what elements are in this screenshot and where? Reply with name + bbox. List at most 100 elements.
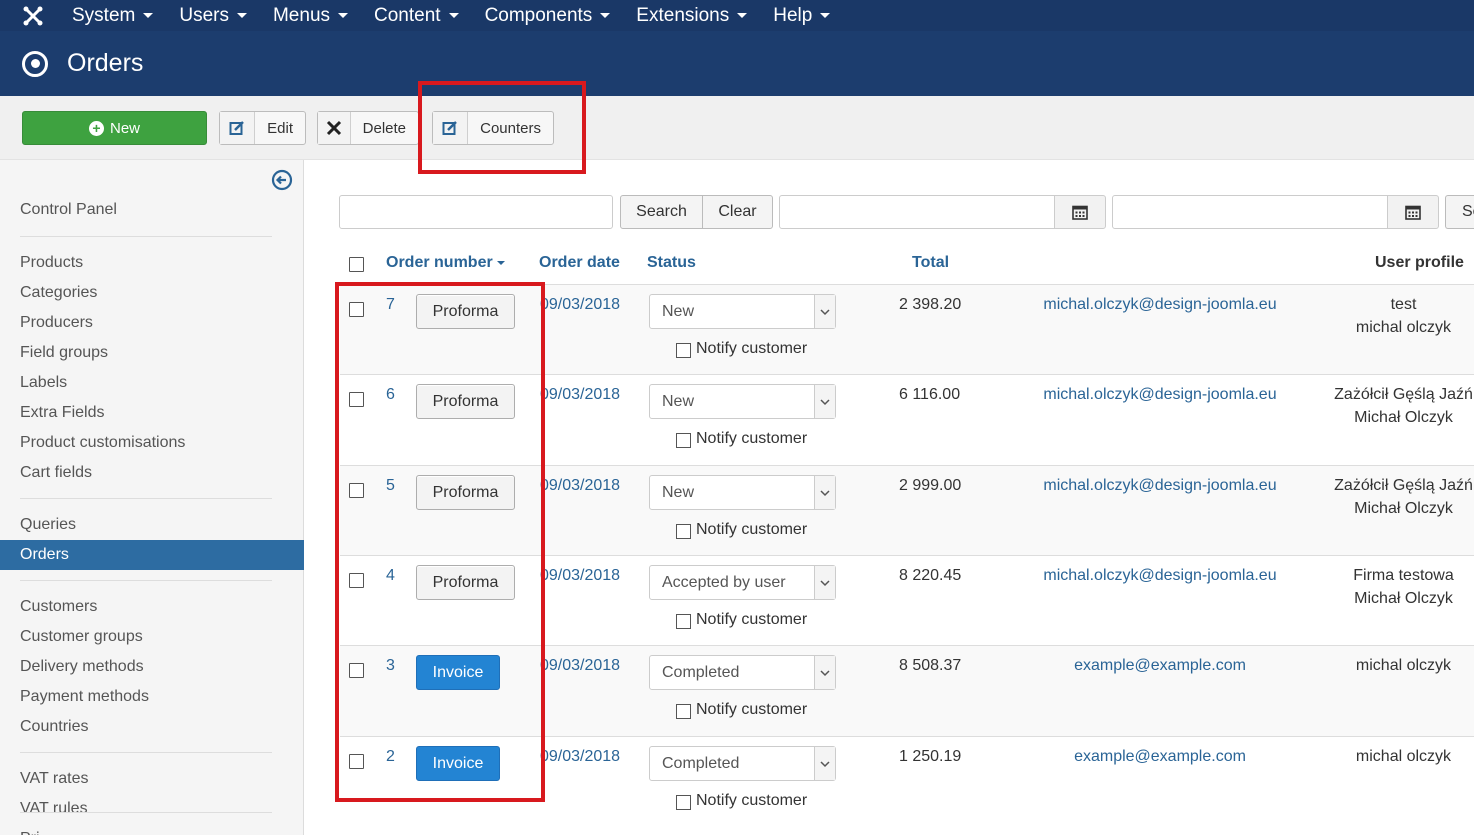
order-date-link[interactable]: 09/03/2018: [540, 475, 620, 497]
menu-extensions[interactable]: Extensions: [636, 5, 748, 27]
date-to-input[interactable]: [1112, 195, 1388, 229]
sidebar-item-extra-fields[interactable]: Extra Fields: [0, 398, 304, 428]
sidebar-item-product-customisations[interactable]: Product customisations: [0, 428, 304, 458]
sidebar-divider: [20, 752, 272, 753]
page-title: Orders: [67, 49, 144, 77]
sidebar: Control Panel Products Categories Producers…: [0, 160, 304, 835]
clear-button[interactable]: Clear: [702, 195, 773, 229]
notify-customer-checkbox[interactable]: [676, 343, 691, 358]
joomla-logo-icon[interactable]: [16, 0, 50, 31]
select-button[interactable]: Se: [1445, 195, 1474, 229]
notify-customer-option[interactable]: Notify customer: [676, 701, 807, 719]
customer-email-link[interactable]: michal.olczyk@design-joomla.eu: [1010, 475, 1310, 497]
order-date-link[interactable]: 09/03/2018: [540, 565, 620, 587]
sidebar-item-categories[interactable]: Categories: [0, 278, 304, 308]
sidebar-item-queries[interactable]: Queries: [0, 510, 304, 540]
customer-email-link[interactable]: example@example.com: [1010, 746, 1310, 768]
user-profile-fullname: Michał Olczyk: [1354, 590, 1453, 607]
menu-users[interactable]: Users: [179, 5, 247, 27]
notify-customer-checkbox[interactable]: [676, 614, 691, 629]
delete-button[interactable]: Delete: [317, 111, 419, 145]
collapse-arrow-icon[interactable]: [271, 169, 293, 191]
total-column-header[interactable]: Total: [912, 253, 949, 273]
close-icon: [318, 112, 351, 144]
notify-customer-option[interactable]: Notify customer: [676, 611, 807, 629]
customer-email-link[interactable]: michal.olczyk@design-joomla.eu: [1010, 384, 1310, 406]
status-select[interactable]: Completed: [649, 655, 836, 690]
status-value: New: [662, 483, 695, 501]
edit-button[interactable]: Edit: [219, 111, 306, 145]
sidebar-item-producers[interactable]: Producers: [0, 308, 304, 338]
order-date-link[interactable]: 09/03/2018: [540, 746, 620, 768]
order-date-link[interactable]: 09/03/2018: [540, 294, 620, 316]
menu-components[interactable]: Components: [485, 5, 611, 27]
calendar-icon[interactable]: [1054, 195, 1106, 229]
sidebar-divider: [20, 580, 272, 581]
sidebar-item-countries[interactable]: Countries: [0, 712, 304, 742]
order-total: 8 220.45: [899, 567, 962, 584]
caret-down-icon: [236, 13, 247, 18]
order-total: 2 999.00: [899, 477, 962, 494]
status-select[interactable]: New: [649, 294, 836, 329]
notify-customer-option[interactable]: Notify customer: [676, 521, 807, 539]
notify-customer-checkbox[interactable]: [676, 704, 691, 719]
notify-customer-option[interactable]: Notify customer: [676, 430, 807, 448]
order-number-column-header[interactable]: Order number: [386, 253, 505, 273]
menu-menus[interactable]: Menus: [273, 5, 349, 27]
select-all-checkbox[interactable]: [349, 257, 364, 272]
menu-help[interactable]: Help: [773, 4, 831, 27]
sidebar-item-delivery-methods[interactable]: Delivery methods: [0, 652, 304, 682]
sidebar-item-pri[interactable]: Pri: [0, 824, 304, 835]
date-from-input[interactable]: [779, 195, 1055, 229]
menu-content[interactable]: Content: [374, 5, 459, 27]
sidebar-item-cart-fields[interactable]: Cart fields: [0, 458, 304, 488]
search-input[interactable]: [339, 195, 613, 229]
status-value: Accepted by user: [662, 573, 786, 591]
status-select[interactable]: Completed: [649, 746, 836, 781]
status-select[interactable]: New: [649, 475, 836, 510]
status-select[interactable]: Accepted by user: [649, 565, 836, 600]
sidebar-item-field-groups[interactable]: Field groups: [0, 338, 304, 368]
notify-customer-checkbox[interactable]: [676, 524, 691, 539]
delete-button-label: Delete: [362, 119, 406, 137]
chevron-down-icon: [814, 295, 835, 328]
calendar-icon[interactable]: [1387, 195, 1439, 229]
menu-label: Help: [773, 4, 813, 26]
customer-email-link[interactable]: example@example.com: [1010, 655, 1310, 677]
sidebar-item-vat-rates[interactable]: VAT rates: [0, 764, 304, 794]
customer-email-link[interactable]: michal.olczyk@design-joomla.eu: [1010, 294, 1310, 316]
customer-email-link[interactable]: michal.olczyk@design-joomla.eu: [1010, 565, 1310, 587]
new-button[interactable]: + New: [22, 111, 207, 145]
caret-down-icon: [338, 13, 349, 18]
sidebar-item-labels[interactable]: Labels: [0, 368, 304, 398]
user-profile-name: Firma testowa: [1353, 567, 1454, 584]
status-select[interactable]: New: [649, 384, 836, 419]
sidebar-item-products[interactable]: Products: [0, 248, 304, 278]
caret-down-icon: [600, 13, 611, 18]
notify-customer-option[interactable]: Notify customer: [676, 792, 807, 810]
menu-label: System: [72, 4, 136, 26]
order-date-link[interactable]: 09/03/2018: [540, 384, 620, 406]
chevron-down-icon: [814, 566, 835, 599]
chevron-down-icon: [814, 476, 835, 509]
user-profile-name: michal olczyk: [1355, 748, 1452, 765]
menu-system[interactable]: System: [72, 4, 154, 27]
notify-customer-checkbox[interactable]: [676, 795, 691, 810]
notify-customer-option[interactable]: Notify customer: [676, 340, 807, 358]
sidebar-item-customers[interactable]: Customers: [0, 592, 304, 622]
sidebar-item-customer-groups[interactable]: Customer groups: [0, 622, 304, 652]
sidebar-item-payment-methods[interactable]: Payment methods: [0, 682, 304, 712]
order-date-link[interactable]: 09/03/2018: [540, 655, 620, 677]
plus-circle-icon: +: [88, 120, 104, 136]
toolbar: + New Edit Delete Counters: [0, 96, 1474, 160]
user-profile-fullname: Michał Olczyk: [1354, 500, 1453, 517]
notify-customer-checkbox[interactable]: [676, 433, 691, 448]
user-profile-fullname: Michał Olczyk: [1354, 409, 1453, 426]
search-button[interactable]: Search: [620, 195, 703, 229]
notify-customer-label: Notify customer: [696, 430, 808, 447]
sidebar-item-control-panel[interactable]: Control Panel: [0, 195, 304, 225]
sidebar-item-orders[interactable]: Orders: [0, 540, 304, 570]
sidebar-item-vat-rules[interactable]: VAT rules: [0, 794, 304, 824]
order-date-column-header[interactable]: Order date: [539, 253, 620, 273]
status-column-header[interactable]: Status: [647, 253, 696, 273]
